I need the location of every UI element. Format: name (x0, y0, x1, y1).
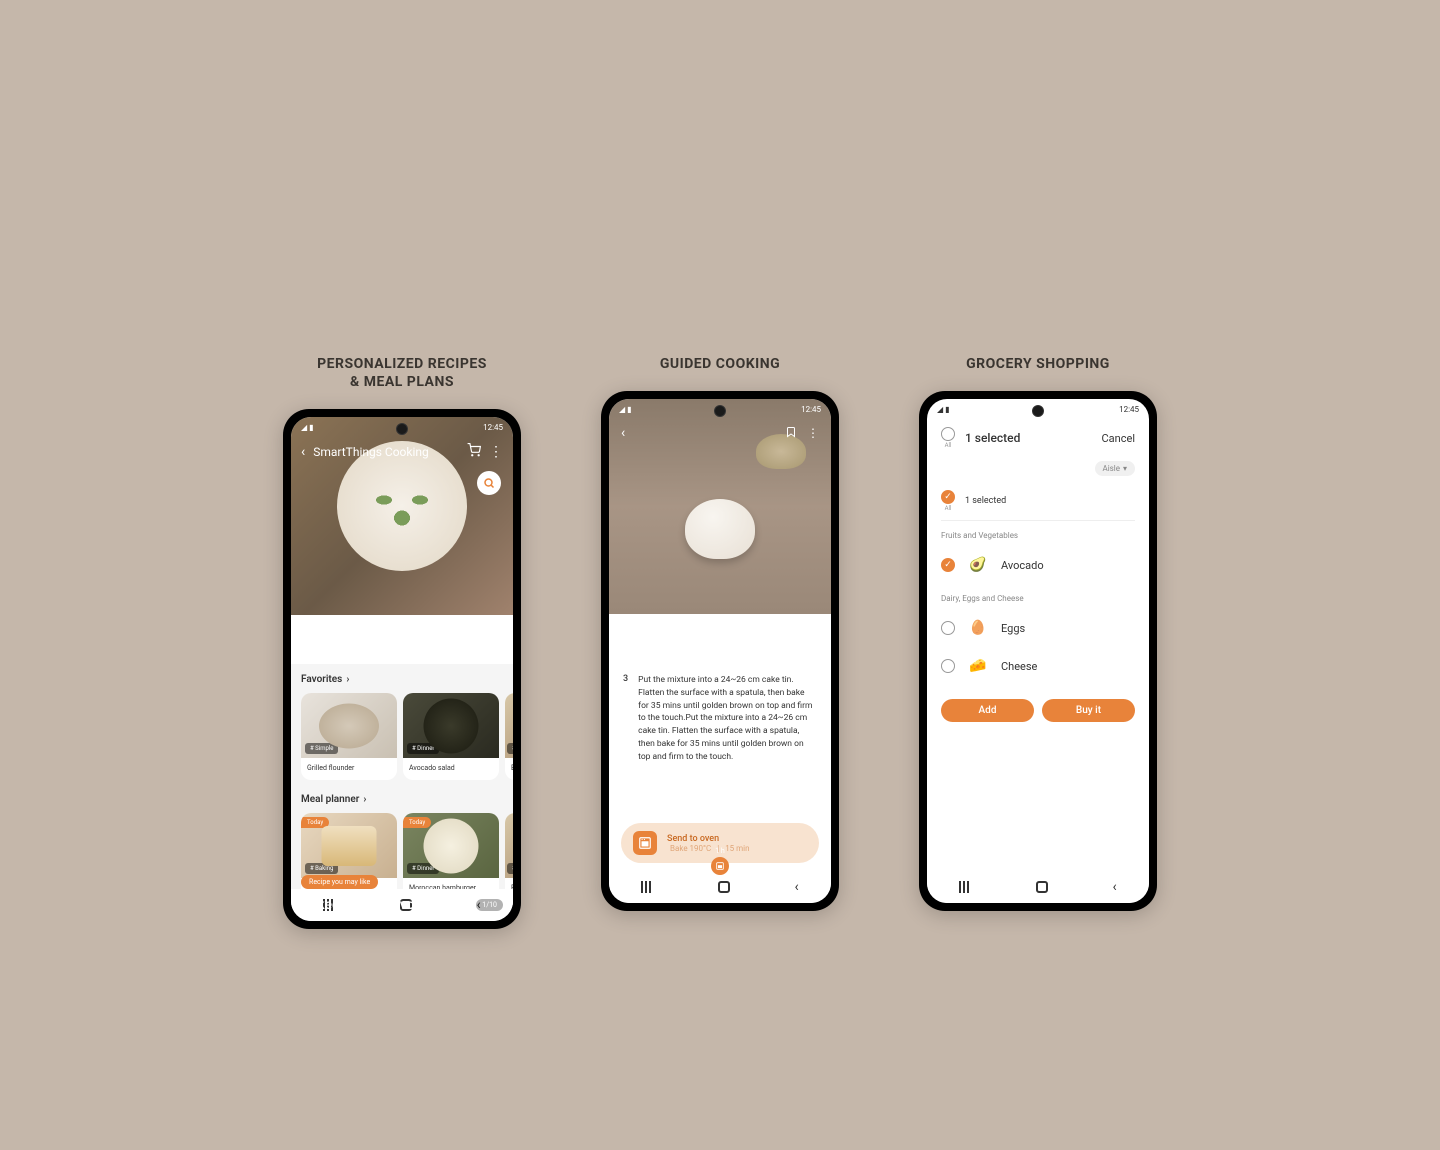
recipe-card[interactable]: # Simple Grilled flounder (301, 693, 397, 780)
send-title: Send to oven (667, 834, 753, 844)
cheese-icon: 🧀 (967, 655, 989, 677)
card-name: Grilled flounder (301, 758, 397, 780)
phone-grocery: ◢ ▮ 12:45 All 1 selected Cancel (919, 391, 1157, 911)
grocery-item[interactable]: 🧀 Cheese (941, 647, 1135, 685)
recipe-card[interactable]: # Dinner Avocado salad (403, 693, 499, 780)
hero-counter: 1/10 (476, 899, 503, 911)
signal-icon: ◢ (619, 405, 625, 414)
item-name: Cheese (1001, 660, 1037, 673)
chevron-right-icon: › (363, 794, 366, 805)
selected-count: 1 selected (965, 431, 1092, 445)
grocery-item[interactable]: 🥚 Eggs (941, 609, 1135, 647)
item-name: Eggs (1001, 622, 1025, 635)
all-label: All (945, 505, 952, 512)
section-title-grocery: GROCERY SHOPPING (966, 355, 1110, 373)
summary-count: 1 selected (965, 496, 1006, 506)
buy-button[interactable]: Buy it (1042, 699, 1135, 722)
select-all-checked[interactable] (941, 490, 955, 504)
item-name: Avocado (1001, 559, 1044, 572)
timeline-start: 1 (627, 885, 631, 893)
item-checkbox[interactable] (941, 558, 955, 572)
tag-simple: # Simple (305, 743, 338, 754)
item-checkbox[interactable] (941, 621, 955, 635)
status-bar: ◢ ▮ 12:45 (609, 399, 831, 419)
bookmark-icon[interactable] (785, 426, 797, 441)
recipe-badge: Recipe you may like (301, 875, 378, 889)
timeline-end: 6 (809, 885, 813, 893)
eggs-icon: 🥚 (967, 617, 989, 639)
category-dairy: Dairy, Eggs and Cheese (941, 594, 1135, 603)
nav-recent-button[interactable] (959, 881, 971, 893)
time-duration: 1 h (627, 847, 813, 855)
recipe-card[interactable]: # Bac (505, 693, 513, 780)
grocery-item[interactable]: 🥑 Avocado (941, 546, 1135, 584)
tag-dinner: # Dinner (407, 863, 439, 874)
cart-icon[interactable] (467, 443, 481, 460)
status-bar: ◢ ▮ 12:45 (291, 417, 513, 437)
today-badge: Today (301, 817, 329, 828)
status-time: 12:45 (801, 405, 821, 414)
today-badge: Today (403, 817, 431, 828)
tag-dinner: # Dinner (407, 743, 439, 754)
cooking-timeline[interactable]: 1 h 1 6 (627, 847, 813, 893)
phone-recipes: ◢ ▮ 12:45 ‹ SmartThings Cooking ⋮ (283, 409, 521, 929)
android-nav-bar: ‹ (927, 871, 1149, 903)
battery-icon: ▮ (309, 423, 313, 432)
status-bar: ◢ ▮ 12:45 (927, 399, 1149, 419)
step-instructions: Put the mixture into a 24~26 cm cake tin… (638, 674, 817, 763)
step-number: 3 (623, 674, 628, 763)
meal-planner-header[interactable]: Meal planner › (301, 794, 513, 805)
favorites-header[interactable]: Favorites › (301, 674, 513, 685)
card-name: Bac (505, 758, 513, 780)
battery-icon: ▮ (627, 405, 631, 414)
chevron-right-icon: › (346, 674, 349, 685)
signal-icon: ◢ (937, 405, 943, 414)
oven-icon (711, 857, 729, 875)
section-title-recipes: PERSONALIZED RECIPES & MEAL PLANS (317, 355, 487, 391)
cancel-button[interactable]: Cancel (1102, 432, 1135, 445)
card-name: Avocado salad (403, 758, 499, 780)
signal-icon: ◢ (301, 423, 307, 432)
select-all-radio[interactable] (941, 427, 955, 441)
battery-icon: ▮ (945, 405, 949, 414)
tag-baking: # Baking (305, 863, 338, 874)
phone-cooking: ◢ ▮ 12:45 ‹ ⋮ (601, 391, 839, 911)
status-time: 12:45 (483, 423, 503, 432)
app-title: SmartThings Cooking (313, 445, 459, 459)
avocado-icon: 🥑 (967, 554, 989, 576)
aisle-dropdown[interactable]: Aisle ▾ (1095, 461, 1136, 476)
chevron-down-icon: ▾ (1123, 464, 1127, 473)
item-checkbox[interactable] (941, 659, 955, 673)
status-time: 12:45 (1119, 405, 1139, 414)
category-fruits: Fruits and Vegetables (941, 531, 1135, 540)
back-button[interactable]: ‹ (301, 444, 305, 460)
more-icon[interactable]: ⋮ (489, 444, 503, 460)
nav-back-button[interactable]: ‹ (1112, 879, 1116, 895)
back-button[interactable]: ‹ (621, 425, 625, 441)
hero-recipe-title: Baked eggs in avocado (301, 897, 445, 913)
all-label: All (945, 442, 952, 449)
nav-home-button[interactable] (1036, 881, 1048, 893)
section-title-cooking: GUIDED COOKING (660, 355, 780, 373)
add-button[interactable]: Add (941, 699, 1034, 722)
more-icon[interactable]: ⋮ (807, 426, 819, 441)
